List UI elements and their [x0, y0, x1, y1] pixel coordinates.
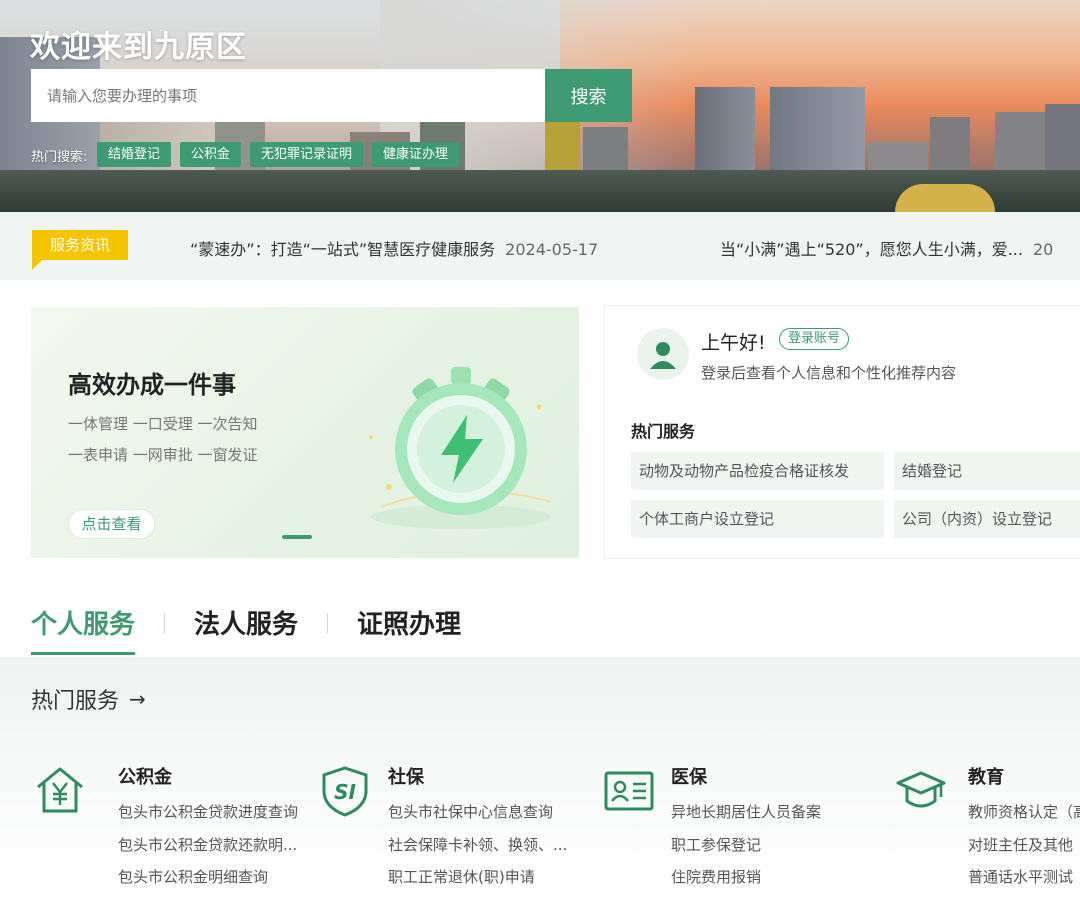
tab-legal-entity[interactable]: 法人服务 [194, 604, 298, 641]
tab-divider [164, 612, 166, 633]
news-title: “蒙速办”：打造“一站式”智慧医疗健康服务 [190, 240, 496, 259]
user-icon [650, 342, 676, 369]
news-ticker: 服务资讯 “蒙速办”：打造“一站式”智慧医疗健康服务 2024-05-17 当“小… [0, 212, 1080, 280]
user-card: 上午好! 登录账号 登录后查看个人信息和个性化推荐内容 热门服务 动物及动物产品… [604, 305, 1080, 559]
category-link[interactable]: 社会保障卡补领、换领、... [388, 834, 578, 855]
category-name[interactable]: 公积金 [118, 763, 172, 789]
news-date: 20 [1032, 240, 1054, 259]
category-link[interactable]: 职工参保登记 [671, 834, 861, 855]
category-link[interactable]: 对班主任及其他 [968, 834, 1080, 855]
search-button[interactable]: 搜索 [545, 69, 632, 122]
category-name[interactable]: 医保 [671, 763, 707, 789]
hot-service-item[interactable]: 公司（内资）设立登记 [894, 500, 1080, 538]
banner-line-2: 一表申请 一网审批 一窗发证 [68, 446, 258, 464]
news-date: 2024-05-17 [505, 240, 599, 259]
category-name[interactable]: 社保 [388, 763, 424, 789]
category-link[interactable]: 教师资格认定（高 [968, 801, 1080, 822]
hot-tag-no-criminal-record[interactable]: 无犯罪记录证明 [250, 142, 364, 167]
category-name[interactable]: 教育 [968, 763, 1004, 789]
banner-title: 高效办成一件事 [68, 371, 236, 399]
hot-services-title: 热门服务 [631, 422, 696, 441]
news-badge-tail [32, 260, 42, 270]
category-link[interactable]: 包头市社保中心信息查询 [388, 801, 578, 822]
medical-insurance-icon [604, 771, 654, 811]
category-link[interactable]: 包头市公积金贷款还款明... [118, 834, 308, 855]
section-title-text: 热门服务 [31, 689, 120, 714]
hot-services-section: 热门服务 → 公积金 包头市公积金贷款进度查询 包头市公积金贷款还款明... 包… [0, 657, 1080, 912]
search-input[interactable] [31, 69, 545, 122]
hot-tag-marriage[interactable]: 结婚登记 [97, 142, 172, 167]
banner-cta-button[interactable]: 点击查看 [68, 509, 155, 539]
service-tabs: 个人服务 法人服务 证照办理 [31, 604, 461, 655]
login-tip: 登录后查看个人信息和个性化推荐内容 [701, 364, 957, 382]
tab-personal[interactable]: 个人服务 [31, 604, 136, 655]
svg-text:SI: SI [334, 780, 356, 804]
housing-fund-icon [37, 767, 83, 813]
arrow-right-icon: → [129, 687, 146, 711]
carousel-indicator[interactable] [282, 535, 312, 539]
category-link[interactable]: 包头市公积金明细查询 [118, 866, 308, 887]
news-badge: 服务资讯 [32, 230, 128, 260]
hero-banner: 欢迎来到九原区 搜索 热门搜索: 结婚登记 公积金 无犯罪记录证明 健康证办理 [0, 0, 1080, 212]
news-title: 当“小满”遇上“520”，愿您人生小满，爱... [720, 240, 1023, 259]
banner-line-1: 一体管理 一口受理 一次告知 [68, 415, 258, 433]
login-button[interactable]: 登录账号 [779, 328, 850, 350]
social-security-icon: SI [322, 766, 368, 817]
page-title: 欢迎来到九原区 [30, 30, 247, 65]
tab-divider [327, 612, 329, 633]
hot-tag-health-cert[interactable]: 健康证办理 [372, 142, 460, 167]
category-link[interactable]: 包头市公积金贷款进度查询 [118, 801, 308, 822]
hot-service-item[interactable]: 结婚登记 [894, 452, 1080, 490]
dome [895, 184, 995, 212]
news-item[interactable]: 当“小满”遇上“520”，愿您人生小满，爱... 20 [720, 236, 1053, 260]
news-item[interactable]: “蒙速办”：打造“一站式”智慧医疗健康服务 2024-05-17 [190, 236, 598, 260]
category-link[interactable]: 普通话水平测试 [968, 866, 1080, 887]
hot-tag-housing-fund[interactable]: 公积金 [180, 142, 242, 167]
hot-service-item[interactable]: 动物及动物产品检疫合格证核发 [631, 452, 884, 490]
section-title[interactable]: 热门服务 → [31, 683, 146, 715]
category-link[interactable]: 住院费用报销 [671, 866, 861, 887]
avatar[interactable] [637, 328, 689, 380]
promo-banner[interactable]: 高效办成一件事 一体管理 一口受理 一次告知 一表申请 一网审批 一窗发证 点击… [31, 307, 579, 558]
education-icon [896, 771, 946, 808]
greeting: 上午好! [701, 332, 766, 354]
category-link[interactable]: 异地长期居住人员备案 [671, 801, 861, 822]
tab-certificates[interactable]: 证照办理 [357, 604, 461, 641]
stopwatch-icon [369, 367, 552, 529]
hot-search-tags: 结婚登记 公积金 无犯罪记录证明 健康证办理 [97, 142, 460, 167]
hot-service-item[interactable]: 个体工商户设立登记 [631, 500, 884, 538]
category-link[interactable]: 职工正常退休(职)申请 [388, 866, 578, 887]
hot-search-label: 热门搜索: [31, 150, 88, 165]
